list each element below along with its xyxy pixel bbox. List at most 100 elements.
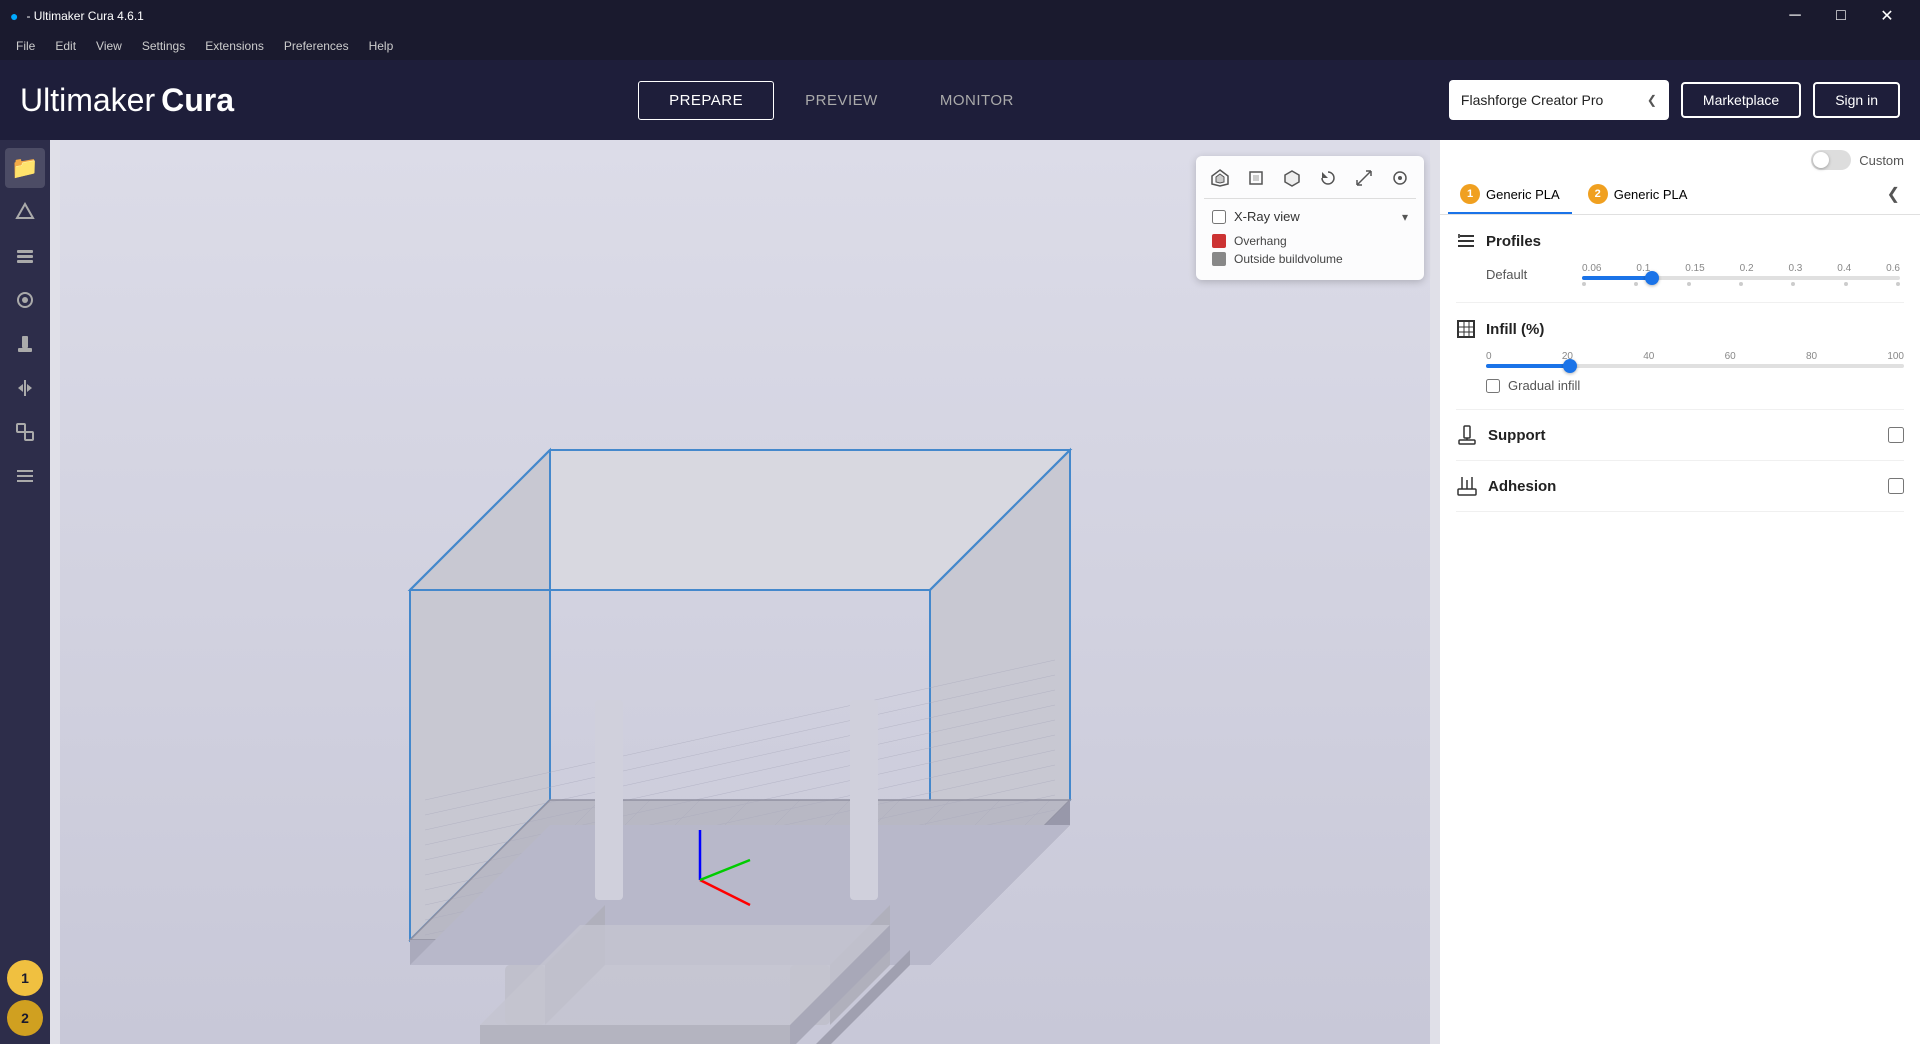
minimize-button[interactable]: ─ <box>1772 0 1818 32</box>
infill-slider-row: 0 20 40 60 80 100 <box>1456 351 1904 368</box>
profiles-icon <box>1456 231 1476 251</box>
support-section: Support <box>1456 410 1904 461</box>
front-view-button[interactable] <box>1240 164 1272 192</box>
settings-button[interactable] <box>1384 164 1416 192</box>
settings-body: Profiles Default 0.06 0.1 0.15 0.2 0.3 0… <box>1440 215 1920 1044</box>
gradual-infill-checkbox[interactable] <box>1486 379 1500 393</box>
titlebar-left: ● - Ultimaker Cura 4.6.1 <box>10 8 144 24</box>
infill-slider-thumb[interactable] <box>1563 359 1577 373</box>
signin-button[interactable]: Sign in <box>1813 82 1900 118</box>
extruder-tab-2[interactable]: 2 Generic PLA <box>1576 176 1871 214</box>
close-button[interactable]: ✕ <box>1864 0 1910 32</box>
titlebar: ● - Ultimaker Cura 4.6.1 ─ □ ✕ <box>0 0 1920 32</box>
logo-ultimaker: Ultimaker <box>20 82 155 119</box>
custom-label: Custom <box>1859 153 1904 168</box>
app-icon: ● <box>10 8 18 24</box>
infill-tick-labels: 0 20 40 60 80 100 <box>1486 351 1904 362</box>
xray-row: X-Ray view ▾ <box>1204 205 1416 224</box>
extruder-tabs: 1 Generic PLA 2 Generic PLA ❮ <box>1440 176 1920 215</box>
sidebar-item-mirror[interactable] <box>5 368 45 408</box>
sidebar-item-shapes[interactable] <box>5 192 45 232</box>
adhesion-title: Adhesion <box>1488 478 1878 495</box>
gradual-infill-label: Gradual infill <box>1508 378 1580 393</box>
legend-rows: Overhang Outside buildvolume <box>1204 228 1416 272</box>
adhesion-icon <box>1456 475 1478 497</box>
sidebar-item-layers[interactable] <box>5 236 45 276</box>
extruder-badge-2[interactable]: 2 <box>7 1000 43 1036</box>
adhesion-checkbox[interactable] <box>1888 478 1904 494</box>
infill-section: Infill (%) 0 20 40 60 80 100 <box>1456 303 1904 410</box>
header-right: Flashforge Creator Pro ❮ Marketplace Sig… <box>1449 80 1900 120</box>
profiles-header: Profiles <box>1456 231 1904 251</box>
nav-tabs: PREPARE PREVIEW MONITOR <box>638 81 1045 120</box>
menu-item-file[interactable]: File <box>8 37 43 55</box>
sidebar-item-support[interactable] <box>5 324 45 364</box>
sidebar-item-per-model[interactable] <box>5 412 45 452</box>
extruder-badge-1[interactable]: 1 <box>7 960 43 996</box>
buildvolume-legend: Outside buildvolume <box>1212 250 1408 268</box>
sidebar: 📁 <box>0 140 50 1044</box>
profiles-title: Profiles <box>1486 233 1541 250</box>
maximize-button[interactable]: □ <box>1818 0 1864 32</box>
extruder-2-material: Generic PLA <box>1614 187 1688 202</box>
infill-slider-track[interactable] <box>1486 364 1904 368</box>
layer-slider-thumb[interactable] <box>1645 271 1659 285</box>
toolbar-divider <box>1204 198 1416 199</box>
infill-title: Infill (%) <box>1486 321 1544 338</box>
xray-checkbox[interactable] <box>1212 210 1226 224</box>
extruder-1-material: Generic PLA <box>1486 187 1560 202</box>
sidebar-item-open[interactable]: 📁 <box>5 148 45 188</box>
viewport[interactable]: X-Ray view ▾ Overhang Outside buildvolum… <box>50 140 1440 1044</box>
custom-row: Custom <box>1440 140 1920 176</box>
menu-item-edit[interactable]: Edit <box>47 37 84 55</box>
menu-item-preferences[interactable]: Preferences <box>276 37 357 55</box>
profile-default-row: Default 0.06 0.1 0.15 0.2 0.3 0.4 0.6 <box>1456 263 1904 286</box>
panel-collapse-button[interactable]: ❮ <box>1875 176 1912 214</box>
overhang-legend: Overhang <box>1212 232 1408 250</box>
menubar: FileEditViewSettingsExtensionsPreference… <box>0 32 1920 60</box>
tab-prepare[interactable]: PREPARE <box>638 81 774 120</box>
overhang-color-swatch <box>1212 234 1226 248</box>
layer-slider-fill <box>1582 276 1652 280</box>
sidebar-item-scale[interactable] <box>5 280 45 320</box>
custom-toggle-knob <box>1813 152 1829 168</box>
right-panel: Custom 1 Generic PLA 2 Generic PLA ❮ <box>1440 140 1920 1044</box>
extruder-badge-2: 2 <box>1588 184 1608 204</box>
support-icon <box>1456 424 1478 446</box>
layer-height-slider[interactable]: 0.06 0.1 0.15 0.2 0.3 0.4 0.6 <box>1578 263 1904 286</box>
app-title: - Ultimaker Cura 4.6.1 <box>26 9 143 23</box>
extruder-tab-1[interactable]: 1 Generic PLA <box>1448 176 1572 214</box>
printer-selector[interactable]: Flashforge Creator Pro ❮ <box>1449 80 1669 120</box>
sidebar-item-settings[interactable] <box>5 456 45 496</box>
iso-view-button[interactable] <box>1276 164 1308 192</box>
layer-ticks: 0.06 0.1 0.15 0.2 0.3 0.4 0.6 <box>1578 263 1904 274</box>
rotate-button[interactable] <box>1312 164 1344 192</box>
printer-name: Flashforge Creator Pro <box>1461 92 1603 108</box>
perspective-view-button[interactable] <box>1204 164 1236 192</box>
infill-icon <box>1456 319 1476 339</box>
profiles-section: Profiles Default 0.06 0.1 0.15 0.2 0.3 0… <box>1456 215 1904 303</box>
xray-chevron-icon[interactable]: ▾ <box>1402 210 1408 224</box>
default-profile-label: Default <box>1486 267 1566 282</box>
support-title: Support <box>1488 427 1878 444</box>
header: Ultimaker Cura PREPARE PREVIEW MONITOR F… <box>0 60 1920 140</box>
slider-dots <box>1578 282 1904 286</box>
menu-item-help[interactable]: Help <box>361 37 402 55</box>
view-buttons-row <box>1204 164 1416 192</box>
gradual-infill-row: Gradual infill <box>1456 378 1904 393</box>
main-content: 📁 <box>0 140 1920 1044</box>
scale-button[interactable] <box>1348 164 1380 192</box>
tab-monitor[interactable]: MONITOR <box>909 81 1045 120</box>
overhang-label: Overhang <box>1234 234 1287 248</box>
titlebar-controls: ─ □ ✕ <box>1772 0 1910 32</box>
logo-cura: Cura <box>161 82 234 119</box>
menu-item-extensions[interactable]: Extensions <box>197 37 272 55</box>
viewport-toolbar: X-Ray view ▾ Overhang Outside buildvolum… <box>1196 156 1424 280</box>
custom-toggle[interactable] <box>1811 150 1851 170</box>
menu-item-settings[interactable]: Settings <box>134 37 193 55</box>
marketplace-button[interactable]: Marketplace <box>1681 82 1801 118</box>
tab-preview[interactable]: PREVIEW <box>774 81 909 120</box>
support-checkbox[interactable] <box>1888 427 1904 443</box>
menu-item-view[interactable]: View <box>88 37 130 55</box>
buildvolume-color-swatch <box>1212 252 1226 266</box>
